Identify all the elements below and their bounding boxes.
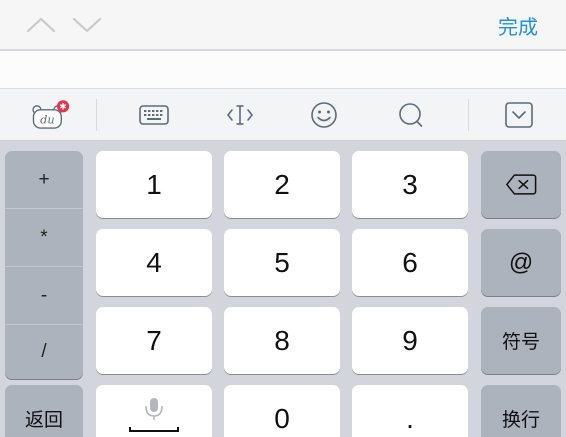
key-dot[interactable]: .: [352, 385, 468, 437]
svg-text:✱: ✱: [59, 102, 66, 112]
next-field-button[interactable]: [70, 10, 104, 40]
symbols-key[interactable]: 符号: [481, 307, 561, 374]
newline-key[interactable]: 换行: [481, 385, 561, 437]
emoji-button[interactable]: [304, 97, 344, 133]
du-bear-logo-icon: du ✱: [32, 100, 70, 129]
cursor-move-button[interactable]: [220, 97, 260, 133]
microphone-icon: [129, 398, 179, 432]
keyboard-switch-button[interactable]: [134, 97, 174, 133]
key-4[interactable]: 4: [96, 229, 212, 296]
search-button[interactable]: [391, 97, 431, 133]
number-keyboard: + * - / 1 2 3 4 5 6 @ 7 8 9 符号 返回 0 . 换行: [0, 141, 566, 437]
key-7[interactable]: 7: [96, 307, 212, 374]
key-8[interactable]: 8: [224, 307, 340, 374]
symbol-column: + * - /: [5, 151, 83, 379]
key-5[interactable]: 5: [224, 229, 340, 296]
key-9[interactable]: 9: [352, 307, 468, 374]
svg-text:du: du: [40, 114, 55, 127]
keyboard-accessory-bar: 完成: [0, 0, 566, 50]
key-minus[interactable]: -: [5, 267, 83, 324]
backspace-icon: [506, 174, 537, 195]
collapse-keyboard-icon: [505, 102, 533, 128]
key-3[interactable]: 3: [352, 151, 468, 218]
key-asterisk[interactable]: *: [5, 209, 83, 266]
search-icon: [399, 103, 423, 127]
keyboard-icon: [139, 105, 169, 125]
input-preview-strip: [0, 51, 566, 89]
previous-field-button[interactable]: [24, 10, 58, 40]
du-logo-button[interactable]: du ✱: [30, 97, 70, 133]
chevron-down-icon: [72, 17, 102, 33]
done-button[interactable]: 完成: [498, 11, 538, 40]
space-voice-key[interactable]: [96, 385, 212, 437]
backspace-key[interactable]: [481, 151, 561, 218]
key-0[interactable]: 0: [224, 385, 340, 437]
chevron-up-icon: [26, 17, 56, 33]
text-cursor-icon: [227, 105, 253, 125]
key-plus[interactable]: +: [5, 151, 83, 208]
key-slash[interactable]: /: [5, 325, 83, 379]
key-1[interactable]: 1: [96, 151, 212, 218]
back-key[interactable]: 返回: [5, 385, 83, 437]
hide-keyboard-button[interactable]: [499, 97, 539, 133]
key-at[interactable]: @: [481, 229, 561, 296]
ime-toolbar: du ✱: [0, 89, 566, 141]
key-6[interactable]: 6: [352, 229, 468, 296]
toolbar-divider: [468, 99, 469, 131]
toolbar-divider: [96, 99, 97, 131]
emoji-icon: [311, 102, 337, 128]
key-2[interactable]: 2: [224, 151, 340, 218]
